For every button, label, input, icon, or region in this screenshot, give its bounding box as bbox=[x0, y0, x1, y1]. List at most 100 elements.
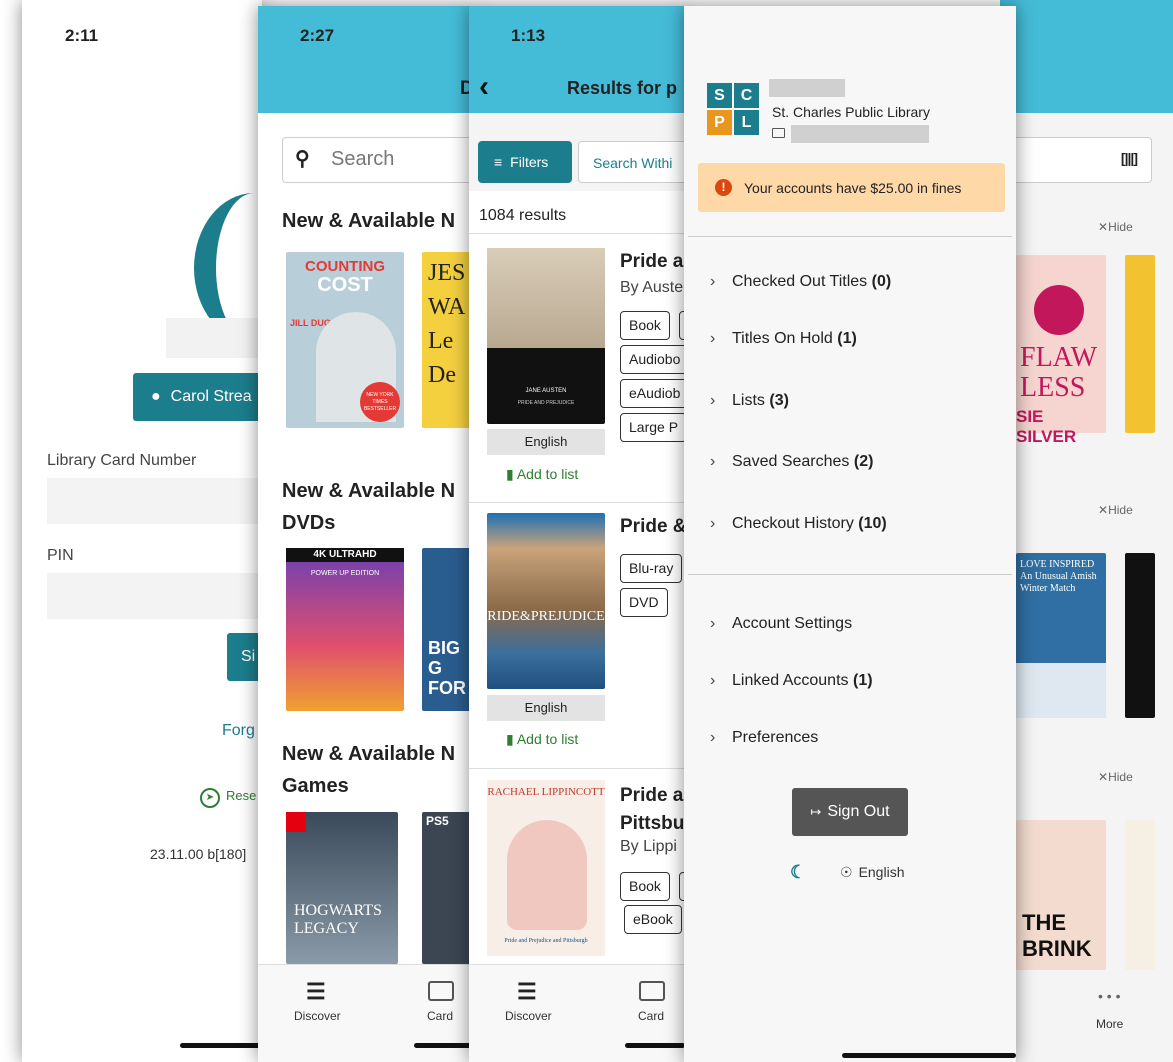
cover-title: RIDE&PREJUDICE bbox=[487, 609, 605, 624]
book-cover[interactable]: RACHAEL LIPPINCOTT Pride and Prejudice a… bbox=[487, 780, 605, 956]
cover-title: JES WA Le De bbox=[428, 260, 466, 388]
menu-saved-searches[interactable]: › Saved Searches (2) bbox=[710, 453, 873, 471]
filters-button[interactable]: ≡ Filters bbox=[478, 141, 572, 183]
fines-alert[interactable]: ! Your accounts have $25.00 in fines bbox=[698, 163, 1005, 212]
book-cover[interactable]: COUNTING COST JILL DUGGAR NEW YORK TIMES … bbox=[286, 252, 404, 428]
book-cover[interactable]: THE BRINK bbox=[1016, 820, 1106, 970]
reset-location-link[interactable]: ➤ Rese bbox=[200, 788, 256, 808]
nav-card[interactable]: Card bbox=[427, 1009, 453, 1023]
login-screen: 2:11 ● Carol Strea Library Card Number PI… bbox=[22, 0, 262, 1062]
sign-out-button[interactable]: ↦ Sign Out bbox=[792, 788, 908, 836]
game-cover[interactable]: HOGWARTS LEGACY bbox=[286, 812, 398, 964]
section-title-line: New & Available N bbox=[282, 480, 456, 502]
nav-more[interactable]: More bbox=[1096, 1017, 1123, 1031]
result-title[interactable]: Pride a bbox=[620, 251, 683, 273]
card-number-input[interactable] bbox=[47, 478, 262, 524]
menu-preferences[interactable]: › Preferences bbox=[710, 729, 818, 747]
menu-lists[interactable]: › Lists (3) bbox=[710, 392, 789, 410]
bestseller-badge: NEW YORK TIMES BESTSELLER bbox=[360, 382, 400, 422]
book-cover[interactable] bbox=[1125, 553, 1155, 718]
format-tag[interactable]: Blu-ray bbox=[620, 554, 683, 583]
location-button[interactable]: ● Carol Strea bbox=[133, 373, 262, 421]
chevron-right-icon: › bbox=[710, 515, 716, 532]
book-cover[interactable]: JANE AUSTEN PRIDE AND PREJUDICE bbox=[487, 248, 605, 424]
logo-tile: C bbox=[734, 83, 759, 108]
format-tag[interactable]: DVD bbox=[620, 588, 668, 617]
result-title[interactable]: Pride a Pittsbu bbox=[620, 782, 684, 838]
divider bbox=[688, 574, 1012, 575]
menu-linked-accounts[interactable]: › Linked Accounts (1) bbox=[710, 672, 873, 690]
search-box[interactable]: ⚲ Search bbox=[282, 137, 472, 183]
rose-icon bbox=[1034, 285, 1084, 335]
nav-card[interactable]: Card bbox=[638, 1009, 664, 1023]
book-cover[interactable] bbox=[1125, 255, 1155, 433]
format-tag[interactable]: Audiobo bbox=[620, 345, 687, 374]
hide-link[interactable]: ✕Hide bbox=[1098, 503, 1133, 517]
result-title[interactable]: Pride & bbox=[620, 516, 687, 538]
location-pin-icon: ● bbox=[151, 388, 161, 405]
cover-title: PRIDE AND PREJUDICE bbox=[517, 400, 575, 406]
cover-title: FLAW LESS bbox=[1020, 342, 1097, 403]
more-icon[interactable]: • • • bbox=[1098, 988, 1120, 1004]
card-number-redacted bbox=[791, 125, 929, 143]
book-cover[interactable]: JES WA Le De bbox=[422, 252, 472, 428]
cover-title: BIG G FOR bbox=[428, 638, 466, 698]
nav-discover[interactable]: Discover bbox=[505, 1009, 552, 1023]
cover-author: RACHAEL LIPPINCOTT bbox=[487, 786, 605, 798]
format-tag[interactable]: Large P bbox=[620, 413, 687, 442]
search-placeholder: Search bbox=[331, 148, 395, 170]
menu-account-settings[interactable]: › Account Settings bbox=[710, 615, 852, 633]
pin-label: PIN bbox=[47, 547, 74, 564]
format-tag[interactable]: eBook bbox=[624, 905, 682, 934]
result-author: By Lippi bbox=[620, 838, 677, 855]
menu-titles-on-hold[interactable]: › Titles On Hold (1) bbox=[710, 330, 857, 348]
cover-title: HOGWARTS LEGACY bbox=[294, 902, 382, 937]
menu-checkout-history[interactable]: › Checkout History (10) bbox=[710, 515, 887, 533]
menu-checked-out[interactable]: › Checked Out Titles (0) bbox=[710, 273, 891, 291]
dvd-cover[interactable]: RIDE&PREJUDICE bbox=[487, 513, 605, 689]
status-time: 2:11 bbox=[65, 26, 99, 45]
format-tag[interactable]: eAudiob bbox=[620, 379, 687, 408]
nav-discover[interactable]: Discover bbox=[294, 1009, 341, 1023]
cover-author: JANE AUSTEN bbox=[525, 388, 567, 394]
section-title-line: DVDs bbox=[282, 512, 336, 534]
game-cover[interactable]: PS5 bbox=[422, 812, 472, 964]
dark-mode-moon-icon[interactable]: ☾ bbox=[790, 862, 806, 883]
add-to-list-link[interactable]: ▮ Add to list bbox=[506, 466, 578, 483]
discover-screen: 2:27 D ⚲ Search New & Available N COUNTI… bbox=[258, 6, 472, 1062]
result-count: 1084 results bbox=[479, 207, 567, 224]
cover-art bbox=[507, 820, 587, 930]
cover-title: 4K ULTRAHD bbox=[286, 548, 404, 562]
book-cover[interactable]: FLAW LESS SIE SILVER bbox=[1016, 255, 1106, 446]
format-tag[interactable]: Book bbox=[620, 872, 670, 901]
divider bbox=[688, 236, 1012, 237]
language-badge: English bbox=[487, 429, 605, 455]
dvd-cover[interactable]: 4K ULTRAHD POWER UP EDITION bbox=[286, 548, 404, 711]
sign-in-button[interactable]: Si bbox=[227, 633, 262, 681]
hide-link[interactable]: ✕Hide bbox=[1098, 770, 1133, 784]
bookmark-icon: ▮ bbox=[506, 466, 514, 482]
add-to-list-link[interactable]: ▮ Add to list bbox=[506, 731, 578, 748]
book-cover[interactable] bbox=[1125, 820, 1155, 970]
logo-tile: P bbox=[707, 110, 732, 135]
cover-snow bbox=[1016, 663, 1106, 718]
hide-link[interactable]: ✕Hide bbox=[1098, 220, 1133, 234]
search-box[interactable]: [|||] bbox=[1000, 137, 1152, 183]
cover-author: SIE SILVER bbox=[1016, 407, 1077, 446]
back-chevron-icon[interactable]: ‹ bbox=[479, 70, 489, 104]
barcode-icon[interactable]: [|||] bbox=[1121, 150, 1138, 166]
language-selector[interactable]: ☉ English bbox=[840, 864, 904, 881]
logo-placeholder bbox=[166, 318, 262, 358]
forgot-link[interactable]: Forg bbox=[222, 722, 255, 740]
sign-out-icon: ↦ bbox=[810, 804, 822, 819]
section-title-line: Games bbox=[282, 775, 349, 797]
home-indicator bbox=[842, 1053, 1016, 1058]
result-title-line: Pittsbu bbox=[620, 813, 685, 834]
book-cover[interactable]: LOVE INSPIRED An Unusual Amish Winter Ma… bbox=[1016, 553, 1106, 718]
format-tag[interactable]: Book bbox=[620, 311, 670, 340]
dvd-cover[interactable]: BIG G FOR bbox=[422, 548, 472, 711]
status-time: 2:27 bbox=[300, 26, 335, 45]
search-within-button[interactable]: Search Withi bbox=[578, 141, 687, 183]
pin-input[interactable] bbox=[47, 573, 262, 619]
chevron-right-icon: › bbox=[710, 615, 716, 632]
